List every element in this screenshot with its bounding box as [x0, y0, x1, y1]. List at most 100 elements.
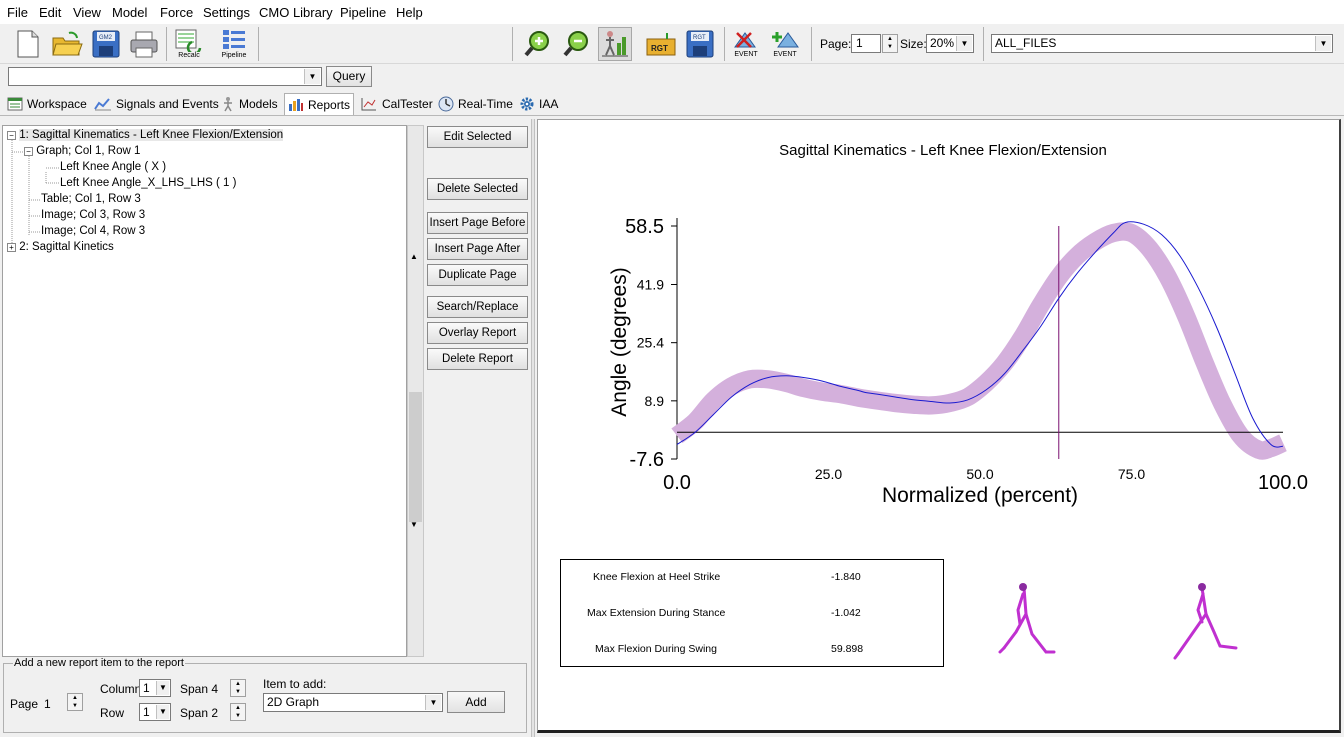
chart-view-button[interactable]: [598, 27, 632, 61]
menu-model[interactable]: Model: [112, 5, 147, 20]
scroll-down-icon[interactable]: ▼: [410, 520, 418, 529]
menu-edit[interactable]: Edit: [39, 5, 61, 20]
realtime-icon: [438, 96, 454, 112]
svg-text:RGT: RGT: [693, 35, 706, 41]
tab-reports[interactable]: Reports: [284, 93, 355, 115]
gear-icon: [520, 97, 534, 111]
report-preview[interactable]: Sagittal Kinematics - Left Knee Flexion/…: [537, 119, 1341, 733]
chevron-down-icon: ▼: [304, 69, 320, 84]
page-number-field[interactable]: 1: [851, 34, 881, 53]
caltester-icon: [361, 98, 376, 111]
query-input[interactable]: ▼: [8, 67, 322, 86]
workspace-icon: [7, 97, 23, 111]
insert-page-after-button[interactable]: Insert Page After: [427, 238, 528, 260]
size-select[interactable]: 20% ▼: [926, 34, 974, 53]
zoom-in-icon: [524, 31, 549, 57]
search-replace-button[interactable]: Search/Replace: [427, 296, 528, 318]
models-icon: [224, 97, 232, 112]
add-event-button[interactable]: EVENT: [768, 27, 802, 61]
expand-icon[interactable]: +: [7, 243, 16, 252]
print-button[interactable]: [127, 27, 161, 61]
tree-item-page-2[interactable]: + 2: Sagittal Kinetics: [7, 241, 114, 253]
panel-splitter[interactable]: [531, 119, 535, 737]
tree-item-graph[interactable]: − Graph; Col 1, Row 1: [24, 145, 140, 157]
file-filter-select[interactable]: ALL_FILES ▼: [991, 34, 1333, 53]
span-columns-spinner[interactable]: ▲ ▼: [230, 679, 246, 697]
tree-scrollbar[interactable]: ▲ ▼: [407, 125, 424, 657]
menu-help[interactable]: Help: [396, 5, 423, 20]
scroll-up-icon[interactable]: ▲: [410, 252, 418, 261]
tab-caltester[interactable]: CalTester: [357, 93, 436, 115]
column-select[interactable]: 1 ▼: [139, 679, 171, 697]
report-tree[interactable]: − 1: Sagittal Kinematics - Left Knee Fle…: [2, 125, 407, 657]
tree-item-image[interactable]: Image; Col 3, Row 3: [41, 209, 145, 221]
save-rgt-button[interactable]: RGT: [683, 27, 717, 61]
duplicate-page-button[interactable]: Duplicate Page: [427, 264, 528, 286]
menu-file[interactable]: File: [7, 5, 28, 20]
menu-view[interactable]: View: [73, 5, 101, 20]
collapse-icon[interactable]: −: [24, 147, 33, 156]
tab-workspace[interactable]: Workspace: [4, 93, 90, 115]
menu-force[interactable]: Force: [160, 5, 193, 20]
y-tick-label: 8.9: [645, 393, 665, 409]
page-label: Page:: [820, 37, 852, 51]
recalc-button[interactable]: Recalc: [172, 27, 206, 61]
item-to-add-label: Item to add:: [263, 677, 327, 691]
new-file-button[interactable]: [11, 27, 45, 61]
tree-item-signal[interactable]: Left Knee Angle_X_LHS_LHS ( 1 ): [60, 177, 236, 189]
x-tick-label: 50.0: [966, 466, 993, 482]
add-button[interactable]: Add: [447, 691, 505, 713]
tree-item-image[interactable]: Image; Col 4, Row 3: [41, 225, 145, 237]
rgt-button[interactable]: RGT: [644, 27, 678, 61]
edit-selected-button[interactable]: Edit Selected: [427, 126, 528, 148]
zoom-in-button[interactable]: [521, 27, 555, 61]
tab-models[interactable]: Models: [218, 93, 281, 115]
tab-iaa[interactable]: IAA: [516, 93, 561, 115]
stat-value: -1.042: [831, 607, 861, 619]
menu-bar: File Edit View Model Force Settings CMO …: [0, 0, 1344, 24]
save-gm2-button[interactable]: GM2: [89, 27, 123, 61]
x-axis-label: Normalized (percent): [882, 484, 1078, 507]
delete-event-icon: [734, 32, 756, 48]
pipeline-button[interactable]: Pipeline: [217, 27, 251, 61]
y-tick-label: 41.9: [637, 277, 664, 293]
tree-item-signal[interactable]: Left Knee Angle ( X ): [60, 161, 166, 173]
page-spinner[interactable]: ▲ ▼: [882, 34, 898, 53]
chevron-down-icon: ▼: [1315, 36, 1331, 51]
zoom-out-icon: [563, 31, 588, 57]
x-tick-label: 75.0: [1118, 466, 1145, 482]
save-disk-icon: GM2: [92, 30, 120, 58]
delete-event-button[interactable]: EVENT: [729, 27, 763, 61]
delete-report-button[interactable]: Delete Report: [427, 348, 528, 370]
tree-item-page-1[interactable]: − 1: Sagittal Kinematics - Left Knee Fle…: [7, 129, 284, 141]
stats-table: Knee Flexion at Heel Strike -1.840 Max E…: [560, 559, 944, 667]
add-item-legend: Add a new report item to the report: [13, 657, 185, 669]
span-rows-spinner[interactable]: ▲ ▼: [230, 703, 246, 721]
open-folder-button[interactable]: [50, 27, 84, 61]
stat-label: Max Flexion During Swing: [595, 643, 717, 655]
row-select[interactable]: 1 ▼: [139, 703, 171, 721]
chart-figure-icon: [602, 31, 628, 57]
stat-label: Max Extension During Stance: [587, 607, 726, 619]
page-spinner[interactable]: ▲ ▼: [67, 693, 83, 711]
collapse-icon[interactable]: −: [7, 131, 16, 140]
scroll-thumb[interactable]: [409, 392, 422, 522]
tab-signals-and-events[interactable]: Signals and Events: [91, 93, 222, 115]
menu-pipeline[interactable]: Pipeline: [340, 5, 386, 20]
knee-angle-chart: Sagittal Kinematics - Left Knee Flexion/…: [608, 142, 1308, 507]
tab-real-time[interactable]: Real-Time: [435, 93, 516, 115]
delete-selected-button[interactable]: Delete Selected: [427, 178, 528, 200]
item-type-select[interactable]: 2D Graph ▼: [263, 693, 443, 712]
menu-settings[interactable]: Settings: [203, 5, 250, 20]
toolbar: GM2 Recalc Pipeline RGT RGT EVENT EVENT …: [0, 24, 1344, 64]
pipeline-icon: [223, 30, 245, 49]
zoom-out-button[interactable]: [560, 27, 594, 61]
insert-page-before-button[interactable]: Insert Page Before: [427, 212, 528, 234]
query-button[interactable]: Query: [326, 66, 372, 87]
chevron-down-icon: ▼: [156, 705, 169, 719]
overlay-report-button[interactable]: Overlay Report: [427, 322, 528, 344]
page-label: Page: [10, 697, 39, 711]
menu-cmo-library[interactable]: CMO Library: [259, 5, 333, 20]
open-folder-icon: [52, 31, 83, 56]
tree-item-table[interactable]: Table; Col 1, Row 3: [41, 193, 141, 205]
